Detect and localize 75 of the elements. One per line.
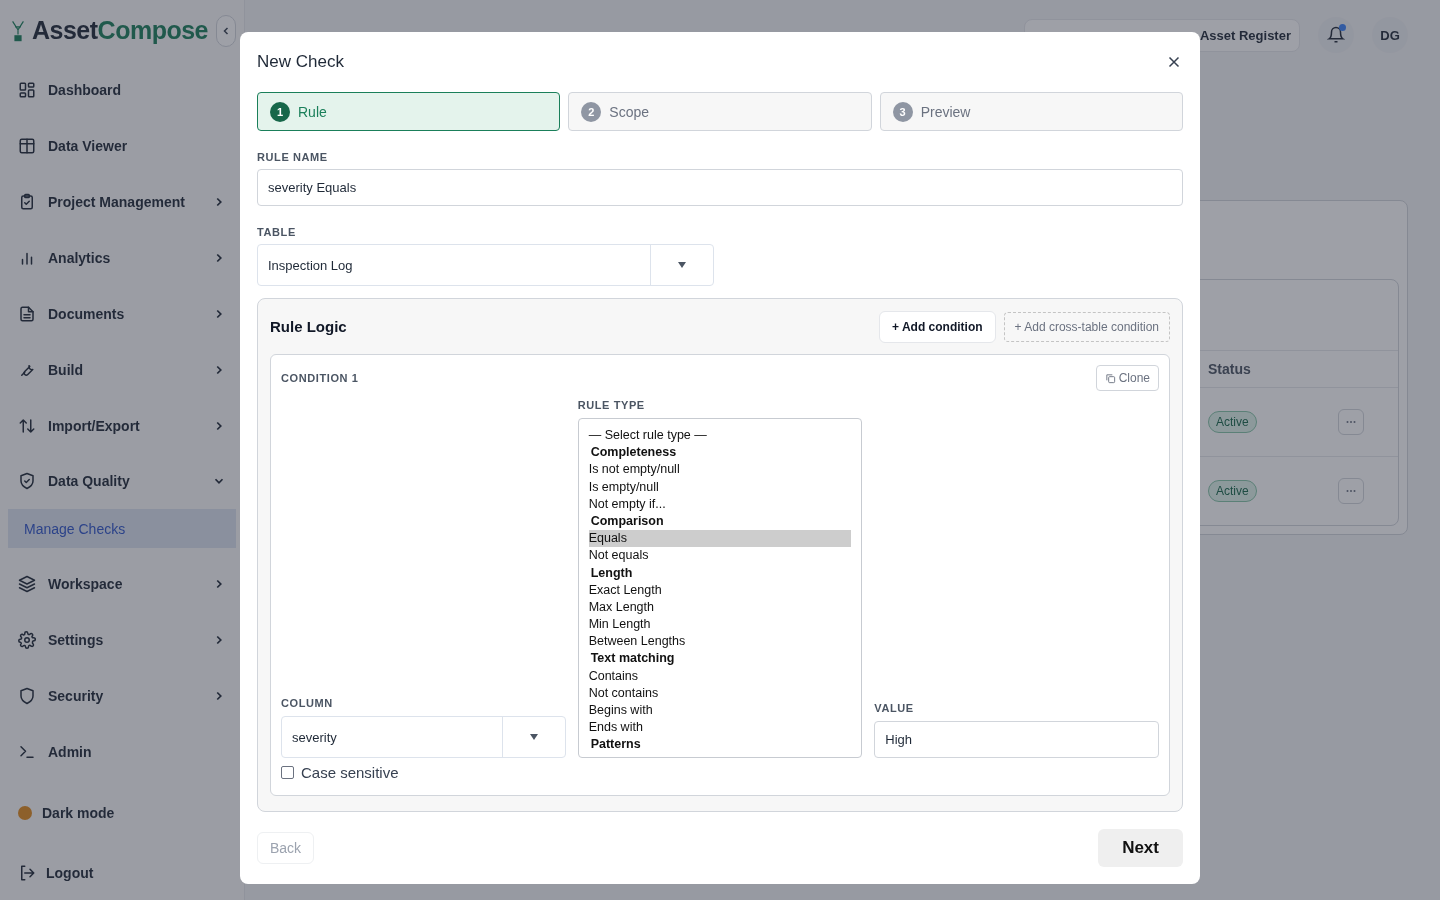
sidebar-item[interactable]: Build [8,341,236,398]
option-group-label: Patterns [589,736,642,754]
field-label: RULE TYPE [577,399,646,411]
sidebar-item[interactable]: Import/Export [8,397,236,454]
list-option[interactable]: — Select rule type — [588,427,852,445]
column-header: Status [1208,361,1252,377]
value-field[interactable]: High [874,721,1159,758]
list-option[interactable]: Begins with [588,702,852,720]
sidebar-item[interactable]: Admin [8,724,236,781]
table-select[interactable]: Inspection Log [257,244,714,286]
document-icon [18,304,36,323]
rule-type-listbox[interactable] [577,418,863,758]
layers-icon [18,575,36,594]
option-group-label: Comparison [589,512,665,530]
settings-icon [18,631,36,650]
option-group-label: Length [589,564,634,582]
sidebar-item[interactable]: Analytics [8,229,236,286]
sidebar-item[interactable]: Documents [8,285,236,342]
bell-icon [1327,26,1345,44]
list-option[interactable]: Ends with [588,719,852,737]
list-option[interactable]: Max Length [588,598,852,617]
list-option[interactable]: Min Length [588,616,852,634]
field-label: TABLE [257,226,297,238]
list-option[interactable]: Contains [588,667,852,685]
add-cross-table-button[interactable]: + Add cross-table condition [1003,311,1170,342]
table-icon [18,136,36,155]
field-label: COLUMN [281,697,334,709]
rule-name-field[interactable]: severity Equals [257,169,1183,206]
logout-icon [18,864,36,883]
clipboard-icon [18,192,36,211]
app-logo: AssetCompose [32,16,208,46]
step-tab[interactable]: 3 Preview [879,92,1183,131]
condition-title: CONDITION 1 [281,372,359,384]
next-button[interactable]: Next [1098,829,1183,867]
step-tab[interactable]: 2 Scope [568,92,872,131]
shield-icon [18,687,36,706]
copy-icon [1104,372,1116,384]
step-tab[interactable]: 1 Rule [257,92,561,131]
sidebar-item[interactable]: Security [8,668,236,725]
status-badge: Active [1208,480,1257,502]
list-option[interactable]: Not contains [588,684,852,702]
field-label: RULE NAME [257,151,329,163]
arrows-icon [18,416,36,435]
field-label: VALUE [874,702,915,714]
section-title: Rule Logic [270,318,348,335]
dark-mode-toggle[interactable]: Dark mode [8,786,236,841]
status-badge: Active [1208,411,1257,433]
column-select[interactable]: severity [281,716,566,758]
list-option[interactable]: Not empty if... [588,495,852,513]
list-option[interactable]: Is not empty/null [588,461,852,479]
sidebar-item[interactable]: Data Viewer [8,117,236,174]
sidebar-item[interactable]: Data Quality [8,453,236,510]
clone-button[interactable]: Clone [1095,365,1159,391]
list-option[interactable]: Exact Length [588,581,852,599]
dashboard-icon [18,80,36,99]
list-option[interactable]: Between Lengths [588,633,852,651]
sidebar-item[interactable]: Dashboard [8,61,236,118]
logout-button[interactable]: Logout [8,846,236,900]
checkbox[interactable] [281,766,294,779]
caret-icon [529,734,538,740]
checkbox-label: Case sensitive [301,764,399,781]
dialog-title: New Check [257,52,344,72]
option-group-label: Text matching [589,650,676,668]
add-condition-button[interactable]: + Add condition [879,310,996,343]
sidebar-item[interactable]: Settings [8,612,236,669]
list-option[interactable]: Not equals [588,547,852,565]
list-option[interactable]: Is empty/null [588,478,852,496]
shield-check-icon [18,472,36,491]
user-avatar[interactable]: DG [1372,17,1408,53]
caret-icon [678,262,686,268]
option-group-label: Completeness [589,444,678,462]
sidebar-item[interactable]: Project Management [8,173,236,230]
list-option[interactable]: Equals [588,530,852,548]
sidebar-item[interactable]: Workspace [8,556,236,613]
notification-button[interactable] [1318,17,1354,53]
